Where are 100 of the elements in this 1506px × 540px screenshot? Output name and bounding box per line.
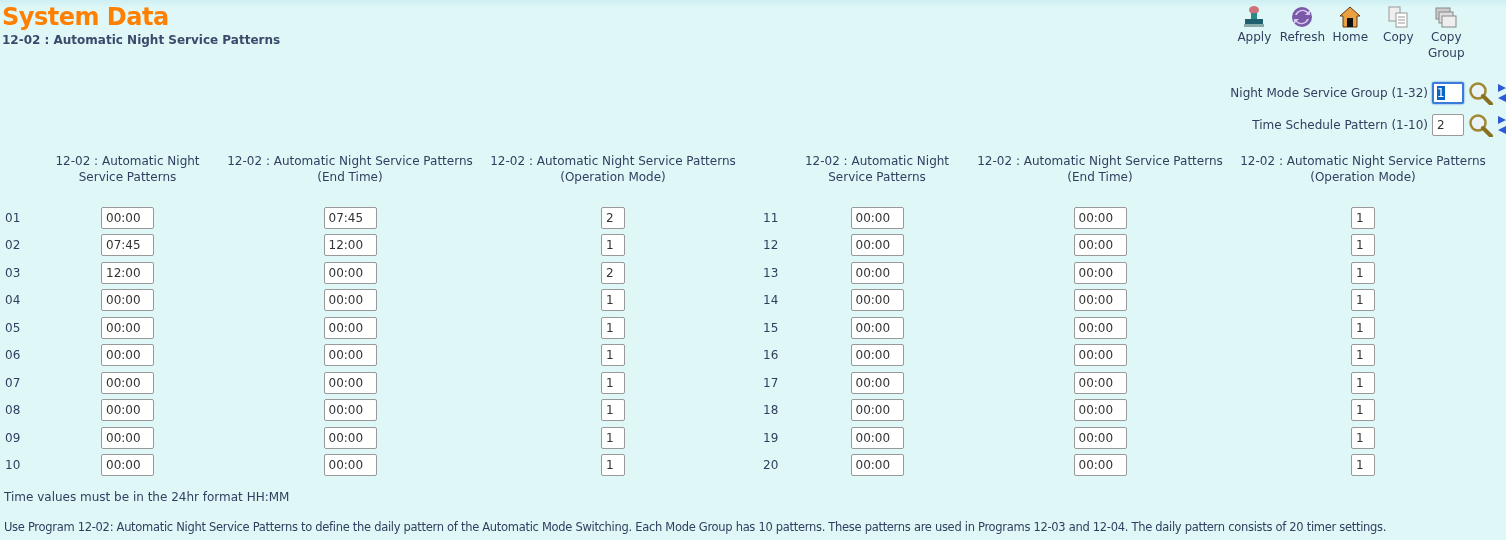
- time-field[interactable]: 00:00: [850, 426, 904, 449]
- row-number: 17: [763, 375, 779, 390]
- time-field[interactable]: 00:00: [1073, 316, 1127, 339]
- mode-field[interactable]: 1: [601, 371, 625, 394]
- time-field[interactable]: 00:00: [323, 399, 377, 421]
- column-header: 12-02 : Automatic Night Service Patterns (Operation Mode): [1239, 153, 1487, 185]
- search-icon[interactable]: [1468, 81, 1494, 105]
- mode-field[interactable]: 1: [601, 289, 625, 311]
- time-field[interactable]: 00:00: [850, 399, 904, 421]
- mode-field[interactable]: 1: [1351, 454, 1375, 476]
- mode-field[interactable]: 1: [1351, 261, 1375, 284]
- column-header: 12-02 : Automatic Night Service Patterns (End Time): [226, 153, 474, 185]
- arrows-icon[interactable]: [1496, 81, 1506, 105]
- copy-icon: [1386, 5, 1411, 29]
- time-field[interactable]: 00:00: [323, 371, 377, 394]
- page-subtitle: 12-02 : Automatic Night Service Patterns: [2, 33, 281, 47]
- time-field[interactable]: 00:00: [323, 289, 377, 311]
- row-number: 16: [763, 348, 779, 362]
- page-title: System Data: [2, 3, 170, 31]
- mode-field[interactable]: 2: [601, 206, 625, 229]
- stamp-icon: [1242, 5, 1267, 29]
- mode-field[interactable]: 1: [1351, 316, 1375, 339]
- row-number: 11: [763, 210, 779, 225]
- time-field[interactable]: 00:00: [323, 344, 377, 366]
- field-label: Night Mode Service Group (1-32): [1230, 86, 1428, 100]
- mode-field[interactable]: 1: [601, 316, 625, 339]
- mode-field[interactable]: 1: [601, 234, 625, 256]
- mode-field[interactable]: 1: [601, 399, 625, 421]
- time-field[interactable]: 00:00: [850, 261, 904, 284]
- refresh-button[interactable]: Refresh: [1278, 3, 1327, 47]
- time-field[interactable]: 00:00: [323, 426, 377, 449]
- home-button[interactable]: Home: [1326, 3, 1375, 47]
- time-field[interactable]: 00:00: [850, 206, 904, 229]
- copy-button[interactable]: Copy: [1374, 3, 1423, 47]
- time-field[interactable]: 00:00: [850, 371, 904, 394]
- format-note: Time values must be in the 24hr format HH:MM: [4, 490, 291, 504]
- time-field[interactable]: 00:00: [101, 289, 154, 311]
- time-field[interactable]: 00:00: [323, 261, 377, 284]
- time-field[interactable]: 00:00: [850, 344, 904, 366]
- search-icon[interactable]: [1468, 113, 1494, 137]
- mode-field[interactable]: 1: [601, 454, 625, 476]
- time-field[interactable]: 00:00: [1073, 206, 1127, 229]
- column-header: 12-02 : Automatic Night Service Patterns: [803, 153, 951, 185]
- row-number: 08: [5, 403, 21, 417]
- row-number: 02: [5, 238, 21, 252]
- time-field[interactable]: 00:00: [1073, 454, 1127, 476]
- time-field[interactable]: 00:00: [101, 206, 154, 229]
- time-field[interactable]: 07:45: [323, 206, 377, 229]
- number-field[interactable]: 1: [1432, 82, 1464, 104]
- row-number: 01: [5, 210, 21, 225]
- field-label: Time Schedule Pattern (1-10): [1252, 118, 1428, 132]
- mode-field[interactable]: 1: [1351, 426, 1375, 449]
- row-number: 15: [763, 320, 779, 335]
- row-number: 03: [5, 265, 21, 280]
- mode-field[interactable]: 1: [1351, 399, 1375, 421]
- mode-field[interactable]: 1: [1351, 234, 1375, 256]
- time-field[interactable]: 00:00: [1073, 399, 1127, 421]
- time-field[interactable]: 00:00: [323, 454, 377, 476]
- time-field[interactable]: 07:45: [101, 234, 154, 256]
- time-field[interactable]: 12:00: [323, 234, 377, 256]
- refresh-icon: [1290, 5, 1315, 29]
- column-header: 12-02 : Automatic Night Service Patterns (End Time): [976, 153, 1224, 185]
- time-field[interactable]: 00:00: [1073, 289, 1127, 311]
- row-number: 14: [763, 293, 779, 307]
- mode-field[interactable]: 2: [601, 261, 625, 284]
- apply-button[interactable]: Apply: [1230, 3, 1279, 47]
- row-number: 06: [5, 348, 21, 362]
- time-field[interactable]: 00:00: [1073, 371, 1127, 394]
- time-field[interactable]: 00:00: [850, 289, 904, 311]
- time-field[interactable]: 00:00: [101, 344, 154, 366]
- time-field[interactable]: 00:00: [101, 399, 154, 421]
- folders-icon: [1434, 5, 1459, 29]
- row-number: 10: [5, 458, 21, 472]
- time-field[interactable]: 00:00: [1073, 344, 1127, 366]
- mode-field[interactable]: 1: [1351, 289, 1375, 311]
- mode-field[interactable]: 1: [1351, 344, 1375, 366]
- row-number: 20: [763, 458, 779, 472]
- time-field[interactable]: 00:00: [101, 426, 154, 449]
- column-header: 12-02 : Automatic Night Service Patterns (Operation Mode): [489, 153, 737, 185]
- time-field[interactable]: 00:00: [1073, 261, 1127, 284]
- time-field[interactable]: 00:00: [101, 371, 154, 394]
- copy-group-button[interactable]: Copy Group: [1422, 3, 1471, 63]
- mode-field[interactable]: 1: [601, 344, 625, 366]
- mode-field[interactable]: 1: [1351, 371, 1375, 394]
- row-number: 05: [5, 320, 21, 335]
- number-field[interactable]: 2: [1432, 114, 1464, 136]
- row-number: 07: [5, 375, 21, 390]
- time-field[interactable]: 00:00: [323, 316, 377, 339]
- time-field[interactable]: 00:00: [850, 234, 904, 256]
- time-field[interactable]: 00:00: [850, 316, 904, 339]
- time-field[interactable]: 00:00: [1073, 234, 1127, 256]
- arrows-icon[interactable]: [1496, 113, 1506, 137]
- row-number: 09: [5, 430, 21, 445]
- time-field[interactable]: 00:00: [101, 316, 154, 339]
- mode-field[interactable]: 1: [1351, 206, 1375, 229]
- time-field[interactable]: 00:00: [850, 454, 904, 476]
- mode-field[interactable]: 1: [601, 426, 625, 449]
- time-field[interactable]: 12:00: [101, 261, 154, 284]
- time-field[interactable]: 00:00: [101, 454, 154, 476]
- time-field[interactable]: 00:00: [1073, 426, 1127, 449]
